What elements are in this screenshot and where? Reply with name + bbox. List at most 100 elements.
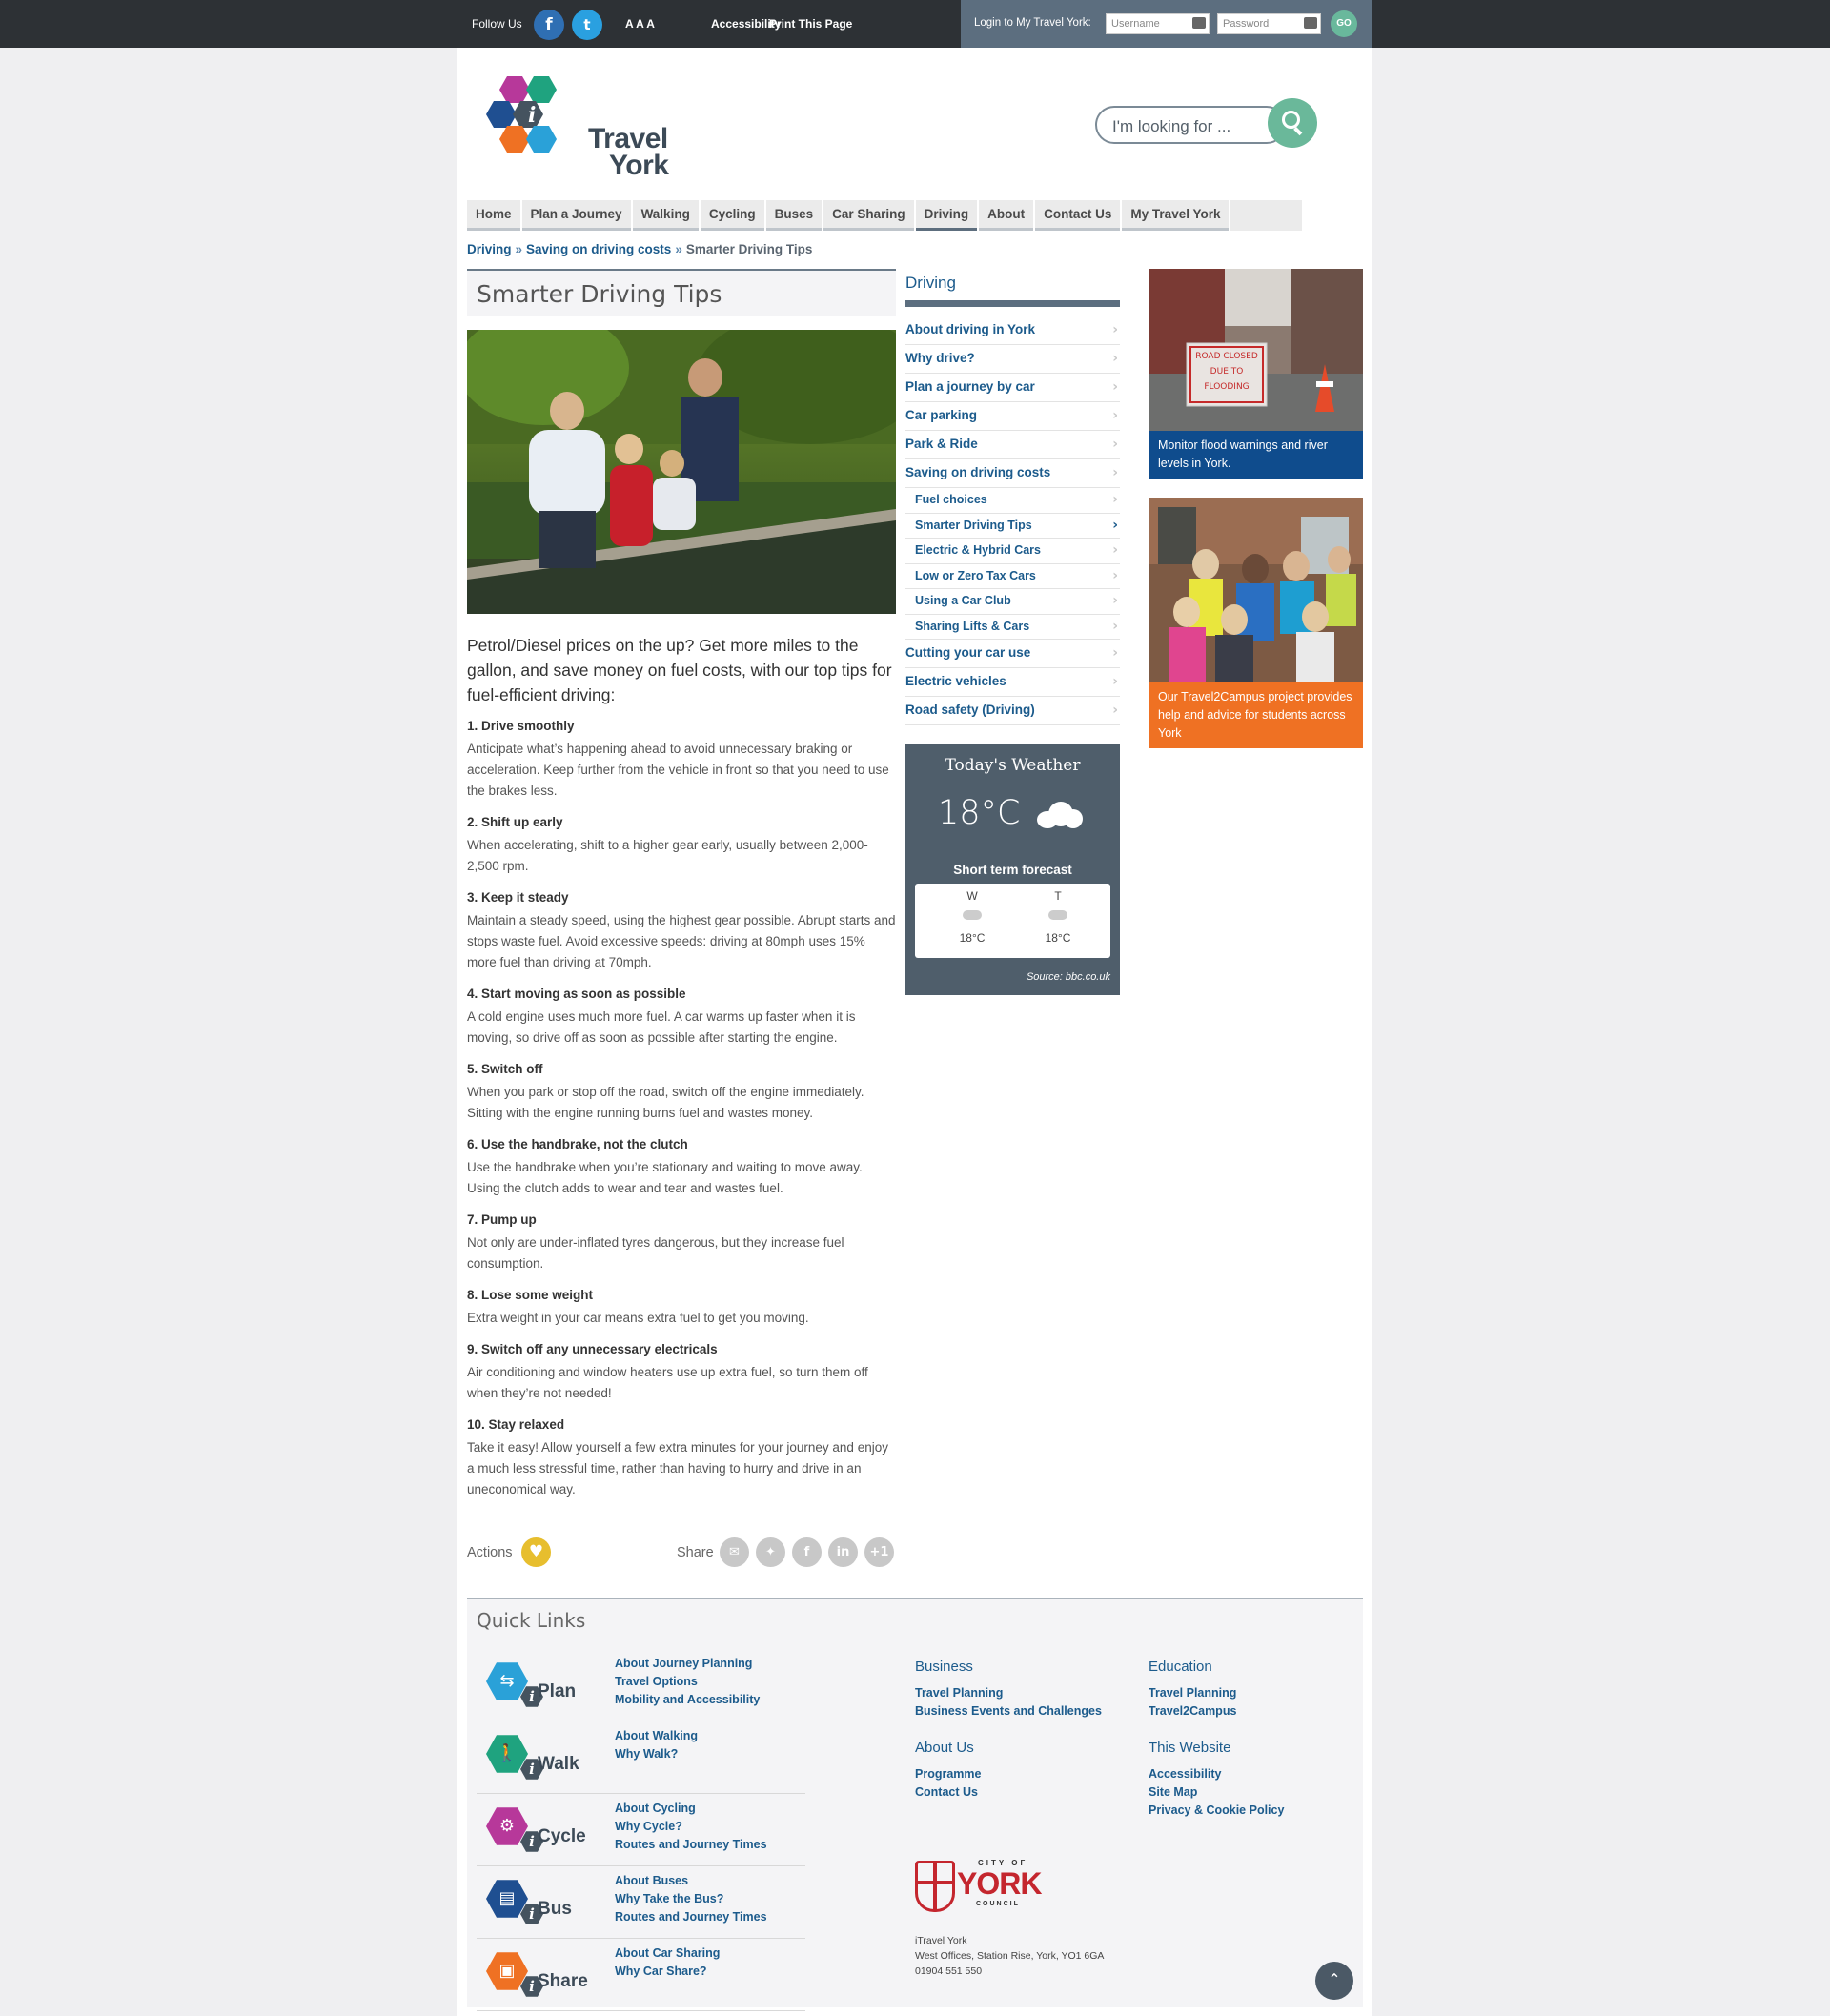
login-go-button[interactable]: GO	[1331, 10, 1357, 37]
flood-warning-promo[interactable]: ROAD CLOSED DUE TO FLOODING Monitor floo…	[1149, 269, 1363, 479]
breadcrumb-saving[interactable]: Saving on driving costs	[526, 242, 671, 256]
sidebar-item-saving-costs[interactable]: Saving on driving costs ›	[905, 459, 1120, 488]
search-placeholder: I'm looking for ...	[1112, 117, 1231, 135]
section-sidebar: Driving About driving in York › Why drive…	[905, 269, 1120, 725]
linkedin-share-icon[interactable]: in	[828, 1537, 858, 1567]
tip-item: 2. Shift up early When accelerating, shif…	[467, 815, 868, 873]
google-plus-share-icon[interactable]: +1	[864, 1537, 894, 1567]
twitter-icon[interactable]: t	[572, 10, 602, 40]
chevron-right-icon: ›	[1112, 351, 1118, 366]
nav-item-contact-us[interactable]: Contact Us	[1035, 200, 1121, 231]
footer-link[interactable]: Contact Us	[915, 1783, 981, 1802]
svg-text:i: i	[528, 103, 536, 128]
cycle-icon[interactable]: ⚙ i	[486, 1805, 543, 1852]
current-temperature: 18°C	[938, 794, 1021, 832]
footer-link[interactable]: Accessibility	[1149, 1765, 1284, 1783]
city-of-york-council-logo[interactable]: CITY OF YORK COUNCIL	[915, 1859, 1048, 1920]
tip-item: 6. Use the handbrake, not the clutch Use …	[467, 1137, 863, 1195]
quick-link[interactable]: About Car Sharing	[615, 1945, 720, 1963]
sidebar-item-cutting-car-use[interactable]: Cutting your car use ›	[905, 640, 1120, 668]
actions-bar: Actions ♥ Share ✉ ✦ f in +1	[467, 1537, 896, 1569]
sidebar-item-car-club[interactable]: Using a Car Club ›	[905, 589, 1120, 615]
footer-link[interactable]: Travel Planning	[915, 1684, 1102, 1702]
sidebar-item-electric-hybrid[interactable]: Electric & Hybrid Cars ›	[905, 539, 1120, 564]
footer-link[interactable]: Privacy & Cookie Policy	[1149, 1802, 1284, 1820]
plan-icon[interactable]: ⇆ i	[486, 1660, 543, 1707]
quick-link[interactable]: Why Car Share?	[615, 1963, 720, 1981]
nav-item-about[interactable]: About	[979, 200, 1034, 231]
chevron-right-icon: ›	[1112, 618, 1118, 634]
text-size-link[interactable]: A A A	[625, 17, 655, 31]
footer-link[interactable]: Site Map	[1149, 1783, 1284, 1802]
nav-item-home[interactable]: Home	[467, 200, 520, 231]
cloud-icon	[963, 910, 982, 920]
quick-link-group-bus: ▤ i Bus About Buses Why Take the Bus? Ro…	[477, 1866, 805, 1939]
main-content: Smarter Driving Tips Petrol/Diesel price…	[467, 269, 896, 1514]
quick-link[interactable]: Routes and Journey Times	[615, 1836, 767, 1854]
quick-link[interactable]: Mobility and Accessibility	[615, 1691, 760, 1709]
nav-item-my-travel-york[interactable]: My Travel York	[1122, 200, 1230, 231]
sidebar-item-about-driving[interactable]: About driving in York ›	[905, 316, 1120, 345]
sidebar-item-sharing-lifts[interactable]: Sharing Lifts & Cars ›	[905, 615, 1120, 640]
chevron-right-icon: ›	[1112, 517, 1118, 533]
nav-item-plan-a-journey[interactable]: Plan a Journey	[521, 200, 631, 231]
quick-link[interactable]: About Journey Planning	[615, 1655, 760, 1673]
itravel-york-logo[interactable]: i Travel York	[486, 69, 669, 180]
quick-link[interactable]: Travel Options	[615, 1673, 760, 1691]
car-share-icon[interactable]: ▣ i	[486, 1950, 543, 1997]
sidebar-item-plan-journey-car[interactable]: Plan a journey by car ›	[905, 374, 1120, 402]
sidebar-item-why-drive[interactable]: Why drive? ›	[905, 345, 1120, 374]
top-bar: Follow Us f t A A A Accessibility Print …	[0, 0, 1830, 48]
sidebar-item-smarter-driving-tips[interactable]: Smarter Driving Tips ›	[905, 514, 1120, 539]
facebook-icon[interactable]: f	[534, 10, 564, 40]
footer-column-about-us: About Us Programme Contact Us	[915, 1740, 981, 1802]
bus-icon[interactable]: ▤ i	[486, 1878, 543, 1924]
travel2campus-promo[interactable]: Our Travel2Campus project provides help …	[1149, 498, 1363, 748]
chevron-right-icon: ›	[1112, 674, 1118, 689]
sidebar-item-low-zero-tax[interactable]: Low or Zero Tax Cars ›	[905, 564, 1120, 589]
sidebar-item-car-parking[interactable]: Car parking ›	[905, 402, 1120, 431]
quick-link[interactable]: About Walking	[615, 1727, 698, 1745]
footer-link[interactable]: Travel2Campus	[1149, 1702, 1236, 1721]
quick-link[interactable]: Why Cycle?	[615, 1818, 767, 1836]
sidebar-item-electric-vehicles[interactable]: Electric vehicles ›	[905, 668, 1120, 697]
quick-link[interactable]: Why Take the Bus?	[615, 1890, 767, 1908]
quick-link[interactable]: Why Walk?	[615, 1745, 698, 1763]
favourite-heart-icon[interactable]: ♥	[521, 1537, 551, 1567]
quick-link[interactable]: About Buses	[615, 1872, 767, 1890]
tips-list: 1. Drive smoothly Anticipate what’s happe…	[467, 719, 896, 1500]
sidebar-item-park-ride[interactable]: Park & Ride ›	[905, 431, 1120, 459]
chevron-right-icon: ›	[1112, 379, 1118, 395]
login-label: Login to My Travel York:	[974, 17, 1091, 29]
sidebar-item-fuel-choices[interactable]: Fuel choices ›	[905, 488, 1120, 514]
print-page-link[interactable]: Print This Page	[769, 17, 852, 31]
username-field[interactable]: Username	[1106, 13, 1210, 34]
nav-item-walking[interactable]: Walking	[632, 200, 699, 231]
walk-icon[interactable]: 🚶 i	[486, 1733, 543, 1780]
forecast-box: W 18°C T 18°C	[915, 884, 1110, 958]
tip-item: 9. Switch off any unnecessary electrical…	[467, 1342, 868, 1400]
search-icon[interactable]	[1268, 98, 1317, 148]
students-group-photo	[1149, 498, 1363, 682]
twitter-share-icon[interactable]: ✦	[756, 1537, 785, 1567]
chevron-right-icon: ›	[1112, 703, 1118, 718]
nav-item-cycling[interactable]: Cycling	[700, 200, 764, 231]
footer-link[interactable]: Business Events and Challenges	[915, 1702, 1102, 1721]
email-icon[interactable]: ✉	[720, 1537, 749, 1567]
chevron-right-icon: ›	[1112, 645, 1118, 661]
quick-link[interactable]: Routes and Journey Times	[615, 1908, 767, 1926]
sidebar-item-road-safety[interactable]: Road safety (Driving) ›	[905, 697, 1120, 725]
back-to-top-icon[interactable]: ⌃	[1315, 1962, 1353, 2000]
facebook-share-icon[interactable]: f	[792, 1537, 822, 1567]
nav-item-buses[interactable]: Buses	[765, 200, 823, 231]
nav-item-driving[interactable]: Driving	[915, 200, 978, 231]
quick-link[interactable]: About Cycling	[615, 1800, 767, 1818]
breadcrumb-driving[interactable]: Driving	[467, 242, 512, 256]
footer-link[interactable]: Travel Planning	[1149, 1684, 1236, 1702]
footer-link[interactable]: Programme	[915, 1765, 981, 1783]
sidebar-heading: Driving	[905, 269, 1120, 307]
password-field[interactable]: Password	[1217, 13, 1321, 34]
search-input[interactable]: I'm looking for ...	[1095, 106, 1286, 144]
cloud-icon	[1048, 910, 1068, 920]
nav-item-car-sharing[interactable]: Car Sharing	[824, 200, 914, 231]
